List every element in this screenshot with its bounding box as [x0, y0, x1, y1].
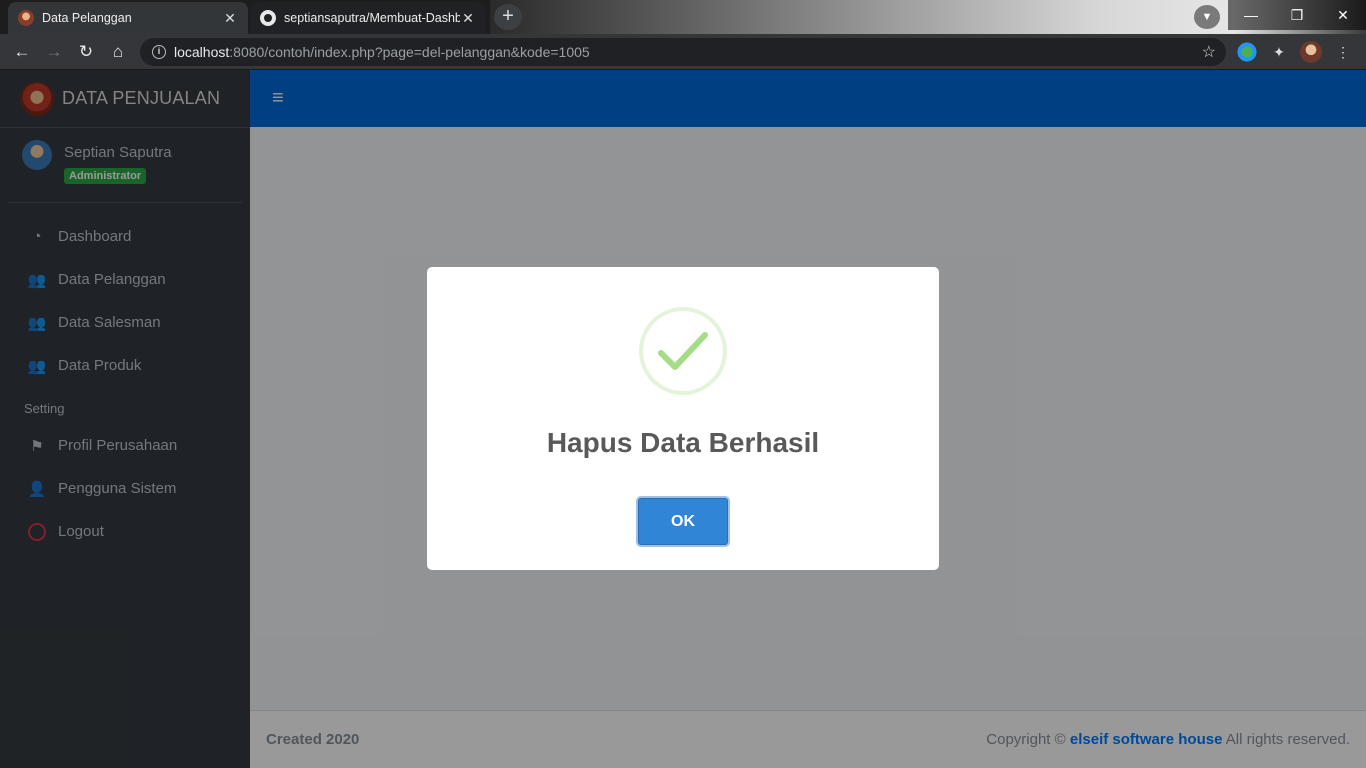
url-host: localhost	[174, 44, 230, 60]
tab-search-icon[interactable]: ▼	[1194, 5, 1220, 29]
url-path: :8080/contoh/index.php?page=del-pelangga…	[229, 44, 590, 60]
home-icon[interactable]: ⌂	[106, 40, 130, 64]
address-bar[interactable]: i localhost :8080/contoh/index.php?page=…	[140, 38, 1226, 66]
minimize-button[interactable]: —	[1228, 0, 1274, 30]
site-info-icon[interactable]: i	[152, 45, 166, 59]
success-dialog: Hapus Data Berhasil OK	[427, 267, 939, 570]
puzzle-extensions-icon[interactable]: ✦	[1268, 41, 1290, 63]
forward-arrow-icon[interactable]: →	[42, 40, 66, 64]
close-window-button[interactable]: ✕	[1320, 0, 1366, 30]
favicon-icon	[18, 10, 34, 26]
restore-button[interactable]: ❐	[1274, 0, 1320, 30]
browser-tab-bar: Data Pelanggan ✕ septiansaputra/Membuat-…	[0, 0, 1366, 34]
tab-close-icon[interactable]: ✕	[460, 10, 476, 27]
new-tab-button[interactable]: +	[494, 4, 522, 30]
browser-tab-active[interactable]: Data Pelanggan ✕	[8, 2, 248, 34]
dialog-title: Hapus Data Berhasil	[546, 427, 820, 458]
ok-button[interactable]: OK	[636, 496, 730, 547]
extension-icon[interactable]	[1236, 41, 1258, 63]
tab-close-icon[interactable]: ✕	[222, 10, 238, 27]
profile-avatar-icon[interactable]	[1300, 41, 1322, 63]
back-arrow-icon[interactable]: ←	[10, 40, 34, 64]
browser-tab-github[interactable]: septiansaputra/Membuat-Dashb ✕	[250, 2, 486, 34]
menu-kebab-icon[interactable]: ⋮	[1332, 41, 1354, 63]
success-check-icon	[639, 307, 727, 395]
github-icon	[260, 10, 276, 26]
tab-title: Data Pelanggan	[42, 11, 132, 25]
browser-toolbar: ← → ↻ ⌂ i localhost :8080/contoh/index.p…	[0, 34, 1366, 70]
reload-icon[interactable]: ↻	[74, 40, 98, 64]
tab-title: septiansaputra/Membuat-Dashb	[284, 11, 460, 25]
bookmark-star-icon[interactable]: ☆	[1202, 42, 1216, 62]
